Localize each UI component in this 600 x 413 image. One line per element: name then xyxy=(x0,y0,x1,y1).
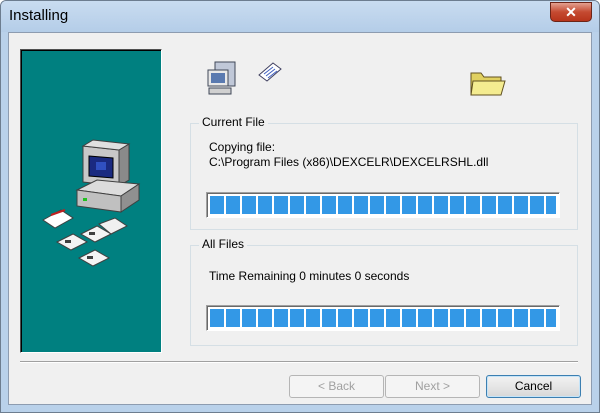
back-button[interactable]: < Back xyxy=(289,375,384,398)
close-button[interactable]: ✕ xyxy=(550,2,592,22)
all-files-group: All Files Time Remaining 0 minutes 0 sec… xyxy=(190,237,578,346)
all-files-progress-fill xyxy=(210,309,556,327)
current-file-progress xyxy=(206,192,560,218)
side-panel xyxy=(20,49,162,353)
paper-icon xyxy=(258,62,282,82)
file-path: C:\Program Files (x86)\DEXCELR\DEXCELRSH… xyxy=(209,155,489,169)
title-bar[interactable]: Installing ✕ xyxy=(1,1,599,32)
separator xyxy=(20,361,578,363)
current-file-group: Current File Copying file: C:\Program Fi… xyxy=(190,115,578,230)
all-files-progress xyxy=(206,305,560,331)
current-file-progress-fill xyxy=(210,196,556,214)
cancel-button[interactable]: Cancel xyxy=(486,375,581,398)
copying-status: Copying file: xyxy=(209,140,276,154)
installer-window: Installing ✕ Current File Copying file: … xyxy=(0,0,600,413)
computer-icon xyxy=(207,61,236,95)
all-files-label: All Files xyxy=(199,237,248,251)
time-remaining: Time Remaining 0 minutes 0 seconds xyxy=(209,269,410,283)
computer-disks-icon xyxy=(42,139,141,267)
next-button[interactable]: Next > xyxy=(385,375,480,398)
folder-icon xyxy=(470,72,506,96)
window-title: Installing xyxy=(9,7,69,24)
current-file-label: Current File xyxy=(199,115,268,129)
dialog-body: Current File Copying file: C:\Program Fi… xyxy=(8,32,592,405)
